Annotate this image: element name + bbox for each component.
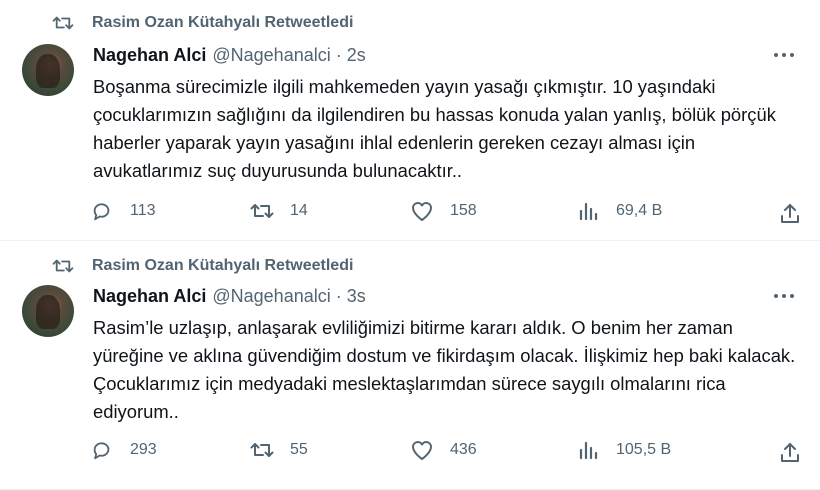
avatar[interactable] [22,44,74,96]
reply-icon [93,442,110,460]
author-name[interactable]: Nagehan Alci [93,45,206,66]
retweet-icon [52,259,74,273]
retweet-icon [52,16,74,30]
retweeted-by-label[interactable]: Rasim Ozan Kütahyalı Retweetledi [92,14,353,32]
tweet-header: Nagehan Alci @Nagehanalci · 2s [93,45,366,66]
view-count: 69,4 B [616,202,663,219]
retweet-context: Rasim Ozan Kütahyalı Retweetledi [52,257,353,275]
tweet-text: Boşanma sürecimizle ilgili mahkemeden ya… [93,76,776,181]
retweet-count: 14 [290,202,308,219]
author-handle[interactable]: @Nagehanalci · 3s [212,286,365,307]
like-button[interactable]: 158 [410,200,477,222]
retweeted-by-label[interactable]: Rasim Ozan Kütahyalı Retweetledi [92,257,353,275]
reply-count: 293 [130,441,157,458]
like-count: 436 [450,441,477,458]
tweet-text: Rasim’le uzlaşıp, anlaşarak evliliğimizi… [93,317,796,422]
retweet-button[interactable]: 55 [250,439,308,461]
share-icon [781,204,799,223]
tweet-actions: 293 55 436 105,5 B [90,439,802,465]
views-button[interactable]: 105,5 B [576,439,671,461]
retweet-button[interactable]: 14 [250,200,308,222]
reply-icon [93,203,110,221]
reply-button[interactable]: 293 [90,439,157,461]
more-icon[interactable] [774,53,794,59]
heart-icon [412,441,432,460]
author-name[interactable]: Nagehan Alci [93,286,206,307]
more-icon[interactable] [774,294,794,300]
tweet-header: Nagehan Alci @Nagehanalci · 3s [93,286,366,307]
heart-icon [412,202,432,221]
retweet-icon [250,204,274,218]
retweet-icon [250,443,274,457]
reply-count: 113 [130,202,156,219]
tweet-actions: 113 14 158 69,4 B [90,200,802,226]
view-count: 105,5 B [616,441,672,458]
tweet[interactable]: Rasim Ozan Kütahyalı Retweetledi Nagehan… [0,0,820,241]
share-button[interactable] [778,441,802,468]
avatar[interactable] [22,285,74,337]
like-button[interactable]: 436 [410,439,477,461]
like-count: 158 [450,202,477,219]
views-icon [579,441,598,460]
tweet[interactable]: Rasim Ozan Kütahyalı Retweetledi Nagehan… [0,241,820,490]
share-button[interactable] [778,202,802,229]
retweet-context: Rasim Ozan Kütahyalı Retweetledi [52,14,353,32]
retweet-count: 55 [290,441,308,458]
author-handle[interactable]: @Nagehanalci · 2s [212,45,365,66]
views-button[interactable]: 69,4 B [576,200,662,222]
views-icon [579,202,598,221]
share-icon [781,443,799,462]
reply-button[interactable]: 113 [90,200,156,222]
